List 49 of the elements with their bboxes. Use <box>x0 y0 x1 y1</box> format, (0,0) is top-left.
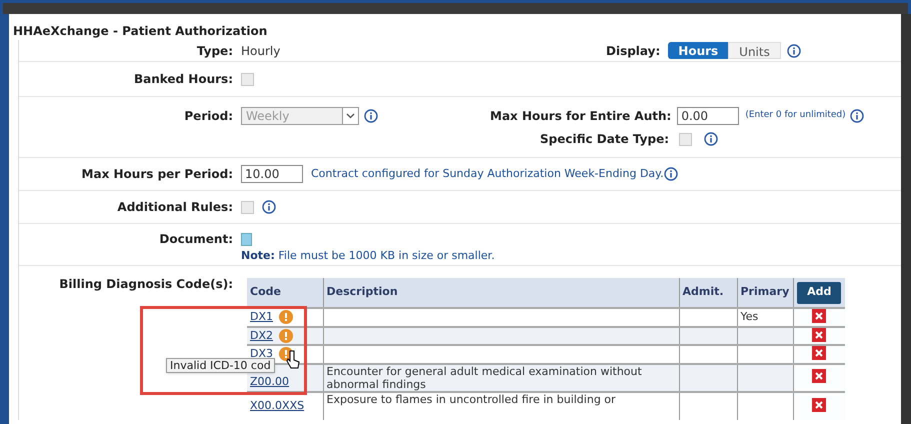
table-cell: Encounter for general adult medical examination without abnormal findings <box>326 364 642 390</box>
table-cell: Yes <box>740 310 758 323</box>
field-label: Display: <box>606 42 660 60</box>
tooltip: Invalid ICD-10 cod <box>166 358 275 373</box>
checkbox[interactable] <box>679 132 692 146</box>
text-field[interactable]: 10.00 <box>241 165 303 183</box>
delete-button[interactable] <box>812 346 826 360</box>
delete-button[interactable] <box>812 398 826 412</box>
upload-icon[interactable] <box>241 232 252 246</box>
info-icon[interactable] <box>364 109 378 123</box>
contract-note: Contract configured for Sunday Authorization Week-Ending Day. <box>311 166 664 182</box>
field-label: Max Hours for Entire Auth: <box>490 108 672 125</box>
delete-button[interactable] <box>812 309 826 323</box>
info-icon[interactable] <box>262 200 276 214</box>
checkbox[interactable] <box>241 200 254 214</box>
field-value: Hourly <box>241 42 282 60</box>
close-icon <box>815 372 824 380</box>
close-icon <box>815 349 824 357</box>
code-link[interactable]: DX2 <box>250 328 274 344</box>
field-label: Banked Hours: <box>132 71 234 88</box>
toggle-option[interactable]: Hours <box>668 42 728 59</box>
field-label: Type: <box>196 42 234 60</box>
info-icon[interactable] <box>786 44 801 58</box>
code-link[interactable]: DX1 <box>250 309 274 326</box>
table-cell: Exposure to flames in uncontrolled fire in building or <box>326 392 616 406</box>
file-size-note: Note: File must be 1000 KB in size or smaller. <box>240 248 496 264</box>
caret-icon <box>346 113 355 119</box>
add-button[interactable]: Add <box>797 282 842 304</box>
checkbox[interactable] <box>241 72 254 86</box>
close-icon <box>815 400 824 409</box>
field-label: Billing Diagnosis Code(s): <box>58 276 234 293</box>
close-icon <box>815 330 824 338</box>
close-icon <box>815 312 824 320</box>
delete-button[interactable] <box>812 369 826 384</box>
hint-text: (Enter 0 for unlimited) <box>745 109 846 122</box>
window-title: HHAeXchange - Patient Authorization <box>12 23 268 40</box>
text-field[interactable]: 0.00 <box>677 107 740 125</box>
code-link[interactable]: Z00.00 <box>250 374 290 390</box>
toggle-option[interactable]: Units <box>728 42 781 59</box>
field-label: Document: <box>158 231 234 248</box>
code-link[interactable]: X00.0XXS <box>250 398 304 414</box>
field-label: Period: <box>183 108 234 125</box>
field-label: Specific Date Type: <box>540 131 670 148</box>
field-label: Additional Rules: <box>116 199 234 216</box>
info-icon[interactable] <box>850 109 864 123</box>
info-icon[interactable] <box>664 167 678 181</box>
field-label: Max Hours per Period: <box>80 166 234 183</box>
delete-button[interactable] <box>812 328 826 342</box>
info-icon[interactable] <box>704 132 718 146</box>
